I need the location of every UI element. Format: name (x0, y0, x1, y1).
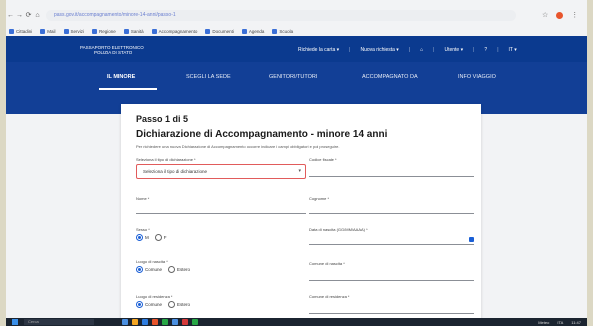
taskbar-app-icon[interactable] (152, 319, 158, 325)
radio-m[interactable] (136, 234, 143, 241)
user-menu[interactable]: Utente ▾ (444, 47, 463, 53)
tab-info-viaggio[interactable]: INFO VIAGGIO (458, 74, 496, 80)
radio-f[interactable] (154, 234, 162, 241)
radio-residenza-comune[interactable] (136, 301, 143, 308)
luogo-nascita-label: Luogo di nascita * (136, 259, 168, 264)
radio-residenza-estero[interactable] (168, 301, 176, 308)
taskbar-app-icon[interactable] (162, 319, 168, 325)
taskbar-apps (122, 319, 198, 325)
tab-accompagnato-da[interactable]: ACCOMPAGNATO DA (362, 74, 418, 80)
bookmark[interactable]: Cittadini (9, 28, 32, 34)
dichiarazione-type-select[interactable]: Seleziona il tipo di dichiarazione ▾ (136, 164, 306, 179)
nome-label: Nome * (136, 196, 150, 201)
sesso-label: Sesso * (136, 227, 150, 232)
forward-icon[interactable]: → (15, 12, 24, 19)
taskbar-app-icon[interactable] (192, 319, 198, 325)
bookmark[interactable]: Mail (40, 28, 56, 34)
codice-fiscale-input[interactable] (309, 167, 474, 177)
bookmark[interactable]: Documenti (205, 28, 234, 34)
bookmarks-bar: Cittadini Mail Servizi Regione Sanità Ac… (6, 26, 587, 36)
select-label: Seleziona il tipo di dichiarazione * (136, 157, 196, 162)
weather-widget[interactable]: Meteo (538, 320, 549, 325)
screen: ← → ⟳ ⌂ pass.gov.it/accompagnamento/mino… (6, 0, 587, 326)
bookmark[interactable]: Sanità (123, 28, 144, 34)
form-card: Passo 1 di 5 Dichiarazione di Accompagna… (121, 104, 481, 320)
bookmark[interactable]: Agenda (241, 28, 264, 34)
bookmark[interactable]: Regione (92, 28, 116, 34)
site-header: PASSAPORTO ELETTRONICO POLIZIA DI STATO … (6, 36, 587, 62)
codice-fiscale-label: Codice fiscale * (309, 157, 337, 162)
menu-icon[interactable]: ⋮ (571, 11, 578, 19)
help-icon[interactable]: ? (484, 47, 487, 53)
nome-input[interactable] (136, 204, 306, 214)
tab-scegli-sede[interactable]: SCEGLI LA SEDE (186, 74, 231, 80)
windows-start-icon[interactable] (12, 319, 18, 325)
os-taskbar: Cerca Meteo ITA 11:47 (6, 318, 587, 326)
taskbar-app-icon[interactable] (122, 319, 128, 325)
taskbar-app-icon[interactable] (132, 319, 138, 325)
data-nascita-label: Data di nascita (GG/MM/AAAA) * (309, 227, 368, 232)
residenza-estero-option[interactable]: Estero (168, 301, 190, 308)
menu-richiede[interactable]: Richiede la carta ▾ (298, 47, 339, 53)
bookmark[interactable]: Servizi (63, 28, 84, 34)
sesso-f-option[interactable]: F (154, 234, 167, 241)
cognome-input[interactable] (309, 204, 474, 214)
home-icon[interactable]: ⌂ (420, 47, 423, 53)
language-select[interactable]: IT ▾ (509, 47, 517, 53)
system-tray: Meteo ITA 11:47 (538, 320, 581, 325)
language-indicator[interactable]: ITA (557, 320, 563, 325)
top-menu: Richiede la carta ▾ | Nuova richiesta ▾ … (298, 47, 517, 53)
comune-nascita-input[interactable] (309, 271, 474, 281)
step-indicator: Passo 1 di 5 (136, 114, 189, 124)
clock[interactable]: 11:47 (571, 320, 581, 325)
tab-genitori-tutori[interactable]: GENITORI/TUTORI (269, 74, 317, 80)
comune-residenza-label: Comune di residenza * (309, 294, 350, 299)
luogo-residenza-radio-group: Comune Estero (136, 301, 190, 308)
taskbar-search[interactable]: Cerca (24, 319, 94, 325)
active-tab-indicator (99, 88, 157, 90)
menu-nuova-richiesta[interactable]: Nuova richiesta ▾ (360, 47, 398, 53)
reload-icon[interactable]: ⟳ (24, 11, 33, 19)
bookmark[interactable]: Scuola (272, 28, 293, 34)
comune-residenza-input[interactable] (309, 304, 474, 314)
logo-subtitle: POLIZIA DI STATO (94, 50, 133, 55)
address-bar[interactable]: pass.gov.it/accompagnamento/minore-14-an… (46, 9, 516, 21)
home-icon[interactable]: ⌂ (33, 12, 42, 19)
radio-nascita-estero[interactable] (168, 266, 176, 273)
bookmark[interactable]: Accompagnamento (151, 28, 197, 34)
luogo-residenza-label: Luogo di residenza * (136, 294, 173, 299)
residenza-comune-option[interactable]: Comune (136, 301, 162, 308)
step-nav: IL MINORE SCEGLI LA SEDE GENITORI/TUTORI… (6, 62, 587, 92)
sesso-m-option[interactable]: M (136, 234, 149, 241)
page-title: Dichiarazione di Accompagnamento - minor… (136, 129, 388, 140)
back-icon[interactable]: ← (6, 12, 15, 19)
calendar-icon[interactable] (469, 237, 474, 242)
nascita-comune-option[interactable]: Comune (136, 266, 162, 273)
browser-toolbar: ← → ⟳ ⌂ pass.gov.it/accompagnamento/mino… (6, 8, 587, 22)
sesso-radio-group: M F (136, 234, 167, 241)
bookmark-star-icon[interactable]: ☆ (542, 11, 548, 19)
taskbar-app-icon[interactable] (172, 319, 178, 325)
cognome-label: Cognome * (309, 196, 330, 201)
form-description: Per richiedere una nuova Dichiarazione d… (136, 144, 340, 149)
site-logo[interactable]: PASSAPORTO ELETTRONICO POLIZIA DI STATO (80, 45, 144, 55)
nascita-estero-option[interactable]: Estero (168, 266, 190, 273)
chevron-down-icon: ▾ (298, 168, 301, 174)
taskbar-app-icon[interactable] (142, 319, 148, 325)
profile-avatar[interactable] (556, 12, 564, 19)
taskbar-app-icon[interactable] (182, 319, 188, 325)
luogo-nascita-radio-group: Comune Estero (136, 266, 190, 273)
data-nascita-input[interactable] (309, 235, 474, 245)
radio-nascita-comune[interactable] (136, 266, 143, 273)
tab-il-minore[interactable]: IL MINORE (107, 74, 135, 80)
comune-nascita-label: Comune di nascita * (309, 261, 345, 266)
